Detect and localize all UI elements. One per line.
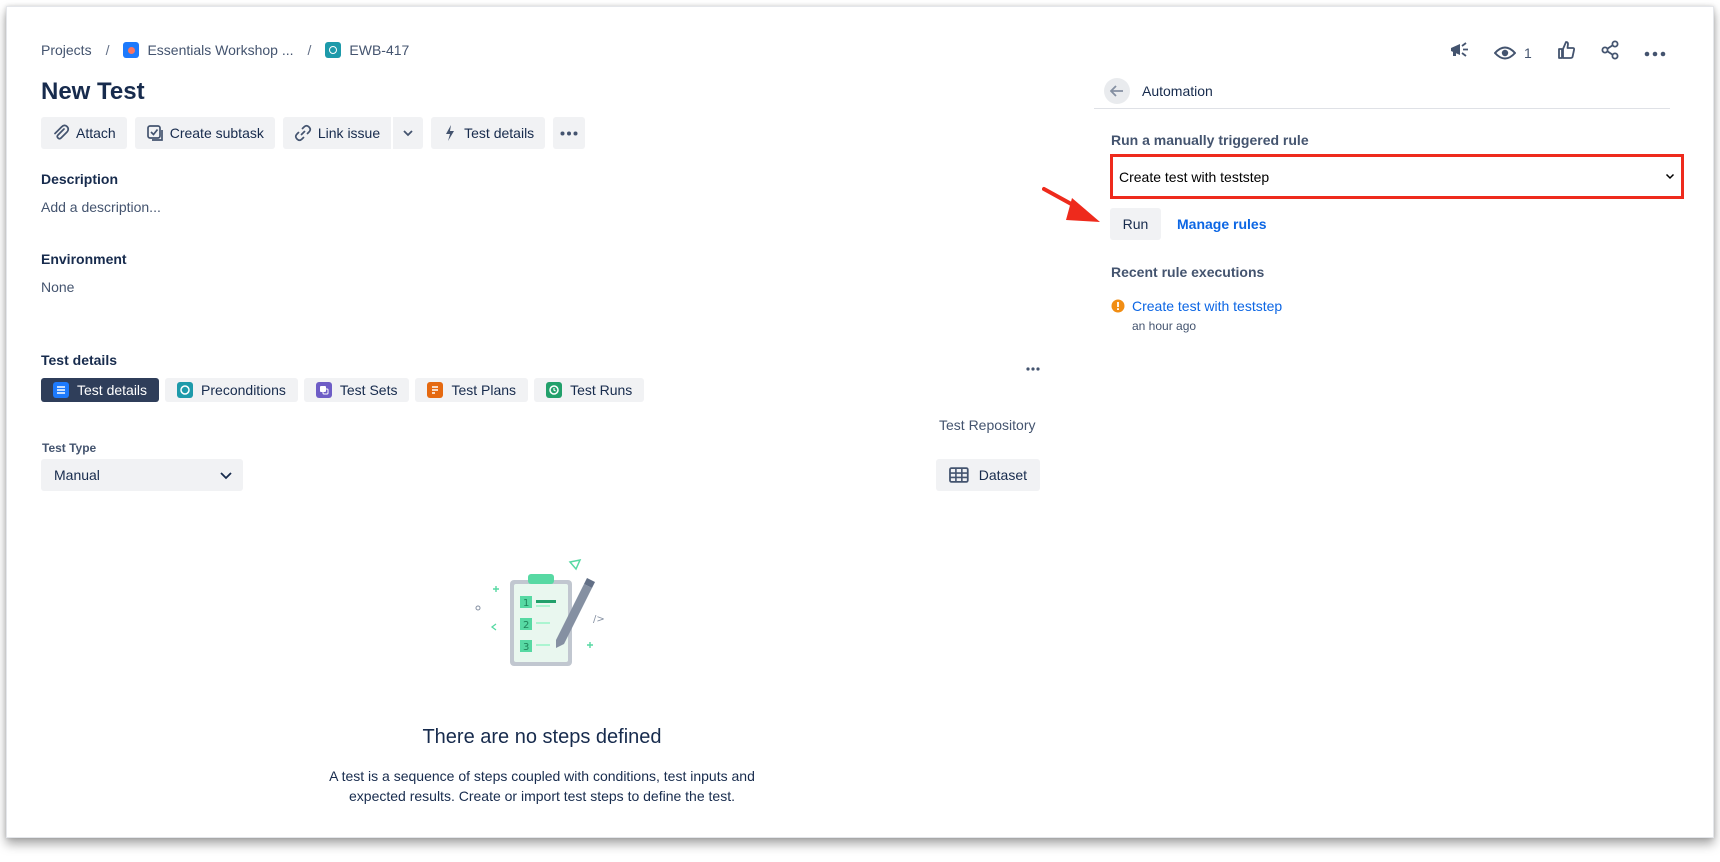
tab-test-details[interactable]: Test details bbox=[41, 378, 160, 402]
link-issue-button[interactable]: Link issue bbox=[282, 117, 392, 149]
svg-text:/>: /> bbox=[593, 614, 605, 625]
breadcrumb-issue-key[interactable]: EWB-417 bbox=[349, 42, 409, 58]
svg-text:3: 3 bbox=[523, 642, 529, 653]
test-details-heading: Test details bbox=[41, 352, 117, 368]
attach-button[interactable]: Attach bbox=[41, 117, 127, 149]
dataset-button[interactable]: Dataset bbox=[936, 459, 1040, 491]
empty-steps-description: A test is a sequence of steps coupled wi… bbox=[300, 766, 784, 806]
svg-text:2: 2 bbox=[523, 620, 529, 631]
empty-desc-line: expected results. Create or import test … bbox=[349, 788, 735, 804]
test-plan-icon bbox=[427, 382, 444, 398]
eye-icon bbox=[1494, 46, 1516, 59]
tab-label: Test Runs bbox=[570, 382, 633, 398]
tab-test-plans[interactable]: Test Plans bbox=[415, 378, 529, 402]
recent-execution-time: an hour ago bbox=[1132, 319, 1197, 333]
breadcrumb: Projects / Essentials Workshop ... / EWB… bbox=[41, 42, 409, 58]
panel-divider bbox=[1094, 108, 1670, 109]
recent-execution-link[interactable]: Create test with teststep bbox=[1132, 298, 1282, 314]
tab-test-sets[interactable]: Test Sets bbox=[303, 378, 410, 402]
more-toolbar-button[interactable] bbox=[553, 117, 586, 149]
description-label: Description bbox=[41, 171, 119, 187]
precondition-icon bbox=[177, 382, 194, 398]
chevron-down-icon bbox=[403, 130, 413, 137]
issue-header-actions: 1 bbox=[1448, 40, 1666, 65]
automation-title: Automation bbox=[1142, 83, 1213, 99]
breadcrumb-projects[interactable]: Projects bbox=[41, 42, 92, 58]
description-field[interactable]: Add a description... bbox=[41, 199, 161, 215]
lightning-icon bbox=[446, 125, 455, 141]
test-details-more-icon[interactable] bbox=[1026, 358, 1040, 376]
chevron-down-icon bbox=[220, 471, 232, 479]
more-icon bbox=[560, 131, 578, 135]
tab-test-runs[interactable]: Test Runs bbox=[534, 378, 645, 402]
environment-label: Environment bbox=[41, 251, 127, 267]
test-details-label: Test details bbox=[464, 125, 535, 141]
environment-field[interactable]: None bbox=[41, 279, 74, 295]
table-icon bbox=[949, 467, 969, 483]
issue-title[interactable]: New Test bbox=[41, 78, 145, 106]
test-issue-type-icon bbox=[325, 42, 342, 58]
rule-select-value: Create test with teststep bbox=[1119, 168, 1270, 185]
watch-count: 1 bbox=[1524, 44, 1532, 61]
manage-rules-link[interactable]: Manage rules bbox=[1177, 216, 1266, 232]
tab-label: Test Sets bbox=[339, 382, 398, 398]
back-arrow-icon[interactable] bbox=[1104, 78, 1130, 104]
attach-label: Attach bbox=[76, 125, 116, 141]
test-tabs: Test details Preconditions Test Sets Tes… bbox=[41, 378, 645, 402]
like-icon[interactable] bbox=[1556, 40, 1576, 65]
tab-label: Preconditions bbox=[201, 382, 286, 398]
svg-text:1: 1 bbox=[523, 598, 529, 609]
test-repository-link[interactable]: Test Repository bbox=[939, 417, 1035, 433]
recent-executions-label: Recent rule executions bbox=[1111, 264, 1265, 280]
paperclip-icon bbox=[54, 124, 70, 140]
empty-steps-illustration: 1 2 3 /> bbox=[472, 556, 612, 681]
test-type-select[interactable]: Manual bbox=[41, 459, 243, 491]
create-subtask-button[interactable]: Create subtask bbox=[134, 117, 275, 149]
dataset-label: Dataset bbox=[978, 467, 1027, 483]
test-details-button[interactable]: Test details bbox=[431, 117, 546, 149]
breadcrumb-separator: / bbox=[105, 42, 110, 58]
link-issue-dropdown[interactable] bbox=[393, 117, 424, 149]
test-type-label: Test Type bbox=[42, 441, 97, 455]
rule-select[interactable]: Create test with teststep bbox=[1110, 154, 1684, 199]
list-icon bbox=[53, 382, 69, 398]
link-issue-group: Link issue bbox=[282, 117, 424, 149]
project-avatar-icon bbox=[123, 42, 140, 58]
chevron-down-icon bbox=[1665, 173, 1675, 180]
tab-preconditions[interactable]: Preconditions bbox=[165, 378, 298, 402]
link-icon bbox=[294, 124, 311, 142]
test-set-icon bbox=[315, 382, 332, 398]
test-run-icon bbox=[546, 382, 563, 398]
share-icon[interactable] bbox=[1600, 40, 1620, 65]
issue-toolbar: Attach Create subtask Link issue Test de… bbox=[41, 117, 586, 149]
warning-icon bbox=[1111, 299, 1125, 318]
watch-button[interactable]: 1 bbox=[1494, 45, 1532, 61]
run-rule-label: Run a manually triggered rule bbox=[1111, 132, 1309, 148]
more-actions-icon[interactable] bbox=[1644, 44, 1666, 62]
callout-arrow-icon bbox=[1042, 186, 1104, 231]
test-type-value: Manual bbox=[54, 467, 100, 483]
tab-label: Test details bbox=[77, 382, 148, 398]
create-subtask-label: Create subtask bbox=[169, 125, 264, 141]
tab-label: Test Plans bbox=[451, 382, 517, 398]
empty-desc-line: A test is a sequence of steps coupled wi… bbox=[329, 768, 755, 784]
feedback-megaphone-icon[interactable] bbox=[1448, 40, 1470, 65]
subtask-icon bbox=[146, 125, 163, 141]
breadcrumb-separator: / bbox=[307, 42, 312, 58]
link-issue-label: Link issue bbox=[317, 125, 381, 141]
breadcrumb-project[interactable]: Essentials Workshop ... bbox=[147, 42, 293, 58]
automation-header: Automation bbox=[1104, 78, 1213, 104]
run-button[interactable]: Run bbox=[1110, 208, 1161, 240]
empty-steps-title: There are no steps defined bbox=[422, 726, 662, 748]
